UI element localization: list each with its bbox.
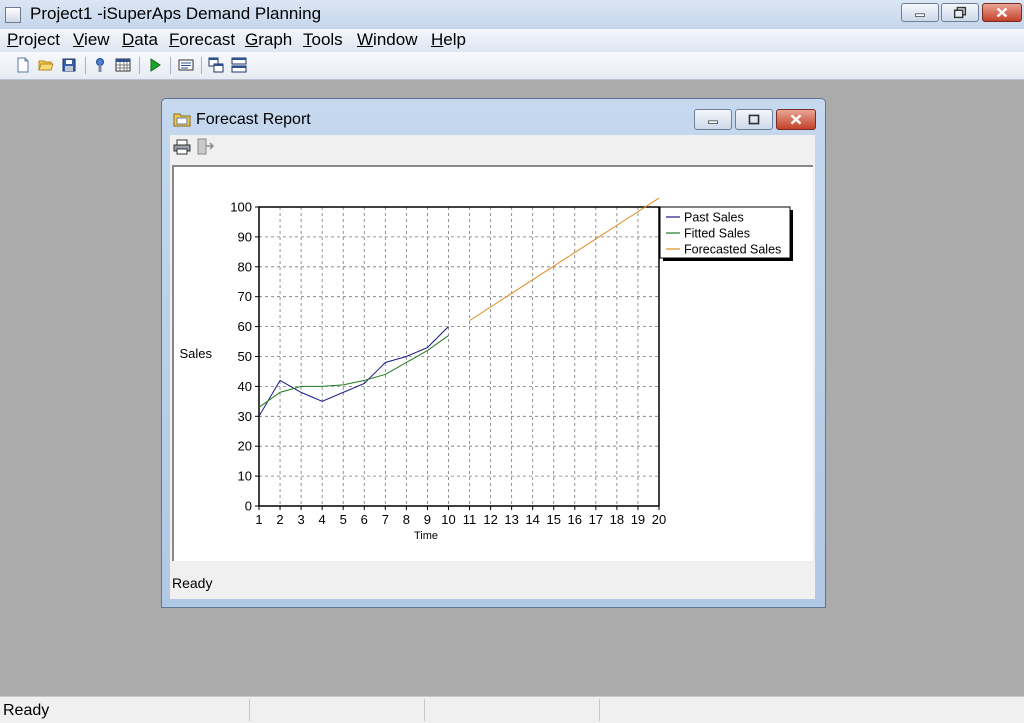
x-tick-label: 1: [255, 512, 262, 527]
app-icon[interactable]: [5, 7, 21, 23]
report-icon[interactable]: [178, 57, 194, 73]
menu-bar: Project View Data Forecast Graph Tools W…: [0, 29, 1024, 52]
x-tick-label: 17: [589, 512, 603, 527]
chart-grid: [259, 207, 659, 506]
forecast-report-window: Forecast Report 1 2 3 4 5 6 7 8 9 10 11 12 13 14 15 16 1…: [161, 98, 826, 608]
chart-legend: Past Sales Fitted Sales Forecasted Sales: [659, 206, 793, 261]
x-axis-ticks: 1 2 3 4 5 6 7 8 9 10 11 12 13 14 15 16 17 18 19 20: [255, 506, 666, 527]
menu-data[interactable]: Data: [122, 30, 158, 50]
save-icon[interactable]: [61, 57, 77, 73]
report-minimize-button[interactable]: [694, 109, 732, 130]
x-tick-label: 5: [340, 512, 347, 527]
exit-report-icon[interactable]: [196, 138, 214, 155]
x-tick-label: 16: [568, 512, 582, 527]
tile-windows-icon[interactable]: [231, 57, 247, 73]
x-tick-label: 14: [525, 512, 539, 527]
menu-window[interactable]: Window: [357, 30, 417, 50]
x-axis-label: Time: [414, 530, 438, 542]
y-tick-label: 70: [238, 289, 252, 304]
x-tick-label: 15: [547, 512, 561, 527]
cascade-windows-icon[interactable]: [208, 57, 224, 73]
y-tick-label: 20: [238, 439, 252, 454]
x-tick-label: 12: [483, 512, 497, 527]
report-close-button[interactable]: [776, 109, 816, 130]
report-toolbar: [170, 135, 815, 163]
x-tick-label: 18: [610, 512, 624, 527]
report-status-text: Ready: [172, 575, 213, 591]
x-tick-label: 20: [652, 512, 666, 527]
new-file-icon[interactable]: [15, 57, 31, 73]
series-lines: [258, 197, 660, 417]
x-tick-label: 13: [504, 512, 518, 527]
y-axis-ticks: 0 10 20 30 40 50 60 70 80 90 100: [230, 200, 259, 514]
legend-entry: Forecasted Sales: [684, 243, 781, 257]
data-entry-icon[interactable]: [92, 57, 108, 73]
y-tick-label: 80: [238, 259, 252, 274]
legend-entry: Fitted Sales: [684, 227, 750, 241]
data-grid-icon[interactable]: [115, 57, 131, 73]
menu-tools[interactable]: Tools: [303, 30, 343, 50]
report-maximize-button[interactable]: [735, 109, 773, 130]
close-button[interactable]: [982, 3, 1022, 22]
forecasted-sales-line: [469, 197, 660, 322]
y-tick-label: 0: [245, 499, 252, 514]
sales-chart: 1 2 3 4 5 6 7 8 9 10 11 12 13 14 15 16 17 18 19 20 01020304…: [179, 197, 793, 542]
x-tick-label: 4: [319, 512, 326, 527]
y-tick-label: 100: [230, 200, 252, 215]
y-tick-label: 10: [238, 469, 252, 484]
x-tick-label: 6: [361, 512, 368, 527]
report-status-bar: Ready: [170, 563, 815, 599]
main-status-text: Ready: [3, 702, 50, 719]
main-toolbar: [0, 52, 1024, 80]
y-tick-label: 90: [238, 229, 252, 244]
x-tick-label: 10: [441, 512, 455, 527]
x-tick-label: 7: [382, 512, 389, 527]
main-status-bar: Ready: [0, 696, 1024, 723]
y-tick-label: 50: [238, 349, 252, 364]
restore-button[interactable]: [941, 3, 979, 22]
run-forecast-icon[interactable]: [147, 57, 163, 73]
chart-area: 1 2 3 4 5 6 7 8 9 10 11 12 13 14 15 16 17 18 19 20 0 10 20 30 4…: [170, 163, 815, 563]
menu-project[interactable]: Project: [7, 30, 60, 50]
x-tick-label: 8: [403, 512, 410, 527]
open-folder-icon[interactable]: [38, 57, 54, 73]
menu-forecast[interactable]: Forecast: [169, 30, 235, 50]
report-window-title: Forecast Report: [196, 111, 311, 128]
y-axis-label: Sales: [179, 346, 212, 361]
menu-graph[interactable]: Graph: [245, 30, 292, 50]
menu-help[interactable]: Help: [431, 30, 466, 50]
report-folder-icon: [173, 113, 191, 127]
fitted-sales-line: [258, 335, 449, 408]
x-tick-label: 19: [631, 512, 645, 527]
x-tick-label: 9: [424, 512, 431, 527]
y-tick-label: 60: [238, 319, 252, 334]
y-tick-label: 40: [238, 379, 252, 394]
app-title: Project1 -iSuperAps Demand Planning: [30, 4, 322, 23]
x-tick-label: 3: [297, 512, 304, 527]
menu-view[interactable]: View: [73, 30, 110, 50]
legend-entry: Past Sales: [684, 211, 744, 225]
minimize-button[interactable]: [901, 3, 939, 22]
app-title-bar: Project1 -iSuperAps Demand Planning: [0, 0, 1024, 29]
chart-panel: 1 2 3 4 5 6 7 8 9 10 11 12 13 14 15 16 17 18 19 20 0 10 20 30 4…: [172, 165, 813, 561]
past-sales-line: [258, 326, 449, 417]
y-tick-label: 30: [238, 409, 252, 424]
x-tick-label: 11: [463, 512, 477, 527]
print-icon[interactable]: [173, 139, 191, 155]
x-tick-label: 2: [276, 512, 283, 527]
